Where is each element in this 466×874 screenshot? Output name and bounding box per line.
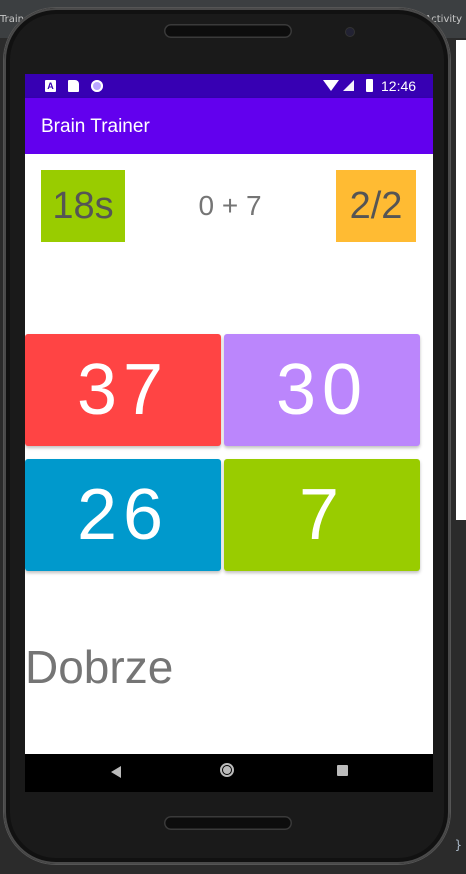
phone-screen: A 12:46 Brain Trainer 18s 0 + 7 2/2 37 3… — [25, 74, 433, 792]
back-icon[interactable] — [111, 766, 121, 778]
navigation-bar — [25, 754, 433, 792]
circle-notification-icon — [91, 80, 103, 92]
ide-code-brace: } — [454, 838, 462, 852]
a-notification-icon: A — [45, 80, 56, 92]
top-speaker — [164, 24, 292, 38]
battery-icon — [366, 79, 373, 92]
timer-display: 18s — [41, 170, 125, 242]
ide-side-panel — [456, 40, 466, 520]
sd-card-icon — [68, 80, 79, 92]
answer-button-3[interactable]: 7 — [224, 459, 420, 571]
phone-frame: A 12:46 Brain Trainer 18s 0 + 7 2/2 37 3… — [4, 8, 450, 864]
home-icon-dot — [223, 766, 231, 774]
question-text: 0 + 7 — [198, 190, 262, 221]
answer-button-2[interactable]: 26 — [25, 459, 221, 571]
bottom-speaker — [164, 816, 292, 830]
game-content: 18s 0 + 7 2/2 37 30 26 7 Dobrze — [25, 154, 433, 754]
status-time: 12:46 — [381, 78, 417, 94]
answer-button-1[interactable]: 30 — [224, 334, 420, 446]
recents-icon[interactable] — [337, 765, 348, 776]
result-text: Dobrze — [25, 641, 174, 693]
app-bar: Brain Trainer — [25, 98, 433, 154]
front-camera — [346, 28, 354, 36]
wifi-icon — [323, 80, 339, 91]
ide-code-gutter — [448, 520, 466, 874]
answer-button-0[interactable]: 37 — [25, 334, 221, 446]
app-title: Brain Trainer — [41, 116, 150, 137]
status-bar: A 12:46 — [25, 74, 433, 98]
signal-icon — [343, 80, 354, 91]
score-display: 2/2 — [336, 170, 416, 242]
